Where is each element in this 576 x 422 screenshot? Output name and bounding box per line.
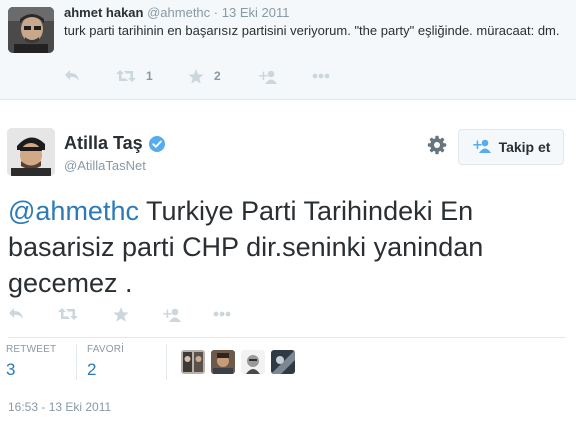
retweet-stat-count: 3 [6,360,16,379]
stat-separator [76,344,77,380]
avatar[interactable] [271,350,295,374]
tweet-stats: RETWEET 3 FAVORİ 2 [0,338,576,386]
parent-tweet[interactable]: ahmet hakan @ahmethc · 13 Eki 2011 turk … [0,0,576,100]
author-name-row: Atilla Taş [64,133,165,154]
follow-user-button[interactable]: + [258,66,278,86]
retweet-stat[interactable]: RETWEET 3 [6,344,56,380]
avatar[interactable] [181,350,205,374]
parent-tweet-text: turk parti tarihinin en başarısız partis… [64,23,560,38]
reply-button[interactable] [8,304,24,324]
avatar[interactable] [241,350,265,374]
author-handle[interactable]: @AtillaTasNet [64,158,146,173]
parent-tweet-date[interactable]: 13 Eki 2011 [222,5,290,20]
tweet-text: @ahmethc Turkiye Parti Tarihindeki En ba… [8,193,568,301]
add-user-icon: + [162,307,182,322]
gear-icon [427,135,447,160]
add-user-icon: + [258,69,278,84]
more-button[interactable] [312,66,330,86]
parent-author-avatar[interactable] [8,7,54,53]
retweet-button[interactable]: 1 [116,66,153,86]
author-name[interactable]: Atilla Taş [64,133,143,154]
mention-link[interactable]: @ahmethc [8,196,139,226]
favorite-button[interactable]: 2 [188,66,221,86]
avatar[interactable] [211,350,235,374]
reply-button[interactable] [64,66,80,86]
verified-badge-icon [148,135,165,152]
favoriters-avatars [181,350,301,374]
parent-author-handle[interactable]: @ahmethc [147,5,210,20]
settings-button[interactable] [424,134,450,160]
follow-user-icon: + [472,138,499,156]
tweet-timestamp[interactable]: 16:53 - 13 Eki 2011 [8,400,111,414]
star-icon [188,68,204,84]
follow-button[interactable]: + Takip et [458,129,564,165]
more-button[interactable] [213,304,231,324]
tweet-actions: + [8,304,348,324]
parent-tweet-header: ahmet hakan @ahmethc · 13 Eki 2011 [64,5,289,20]
retweet-icon [116,69,136,83]
stat-separator [166,344,167,380]
favorite-button[interactable] [113,304,129,324]
reply-icon [8,307,24,321]
favorite-count: 2 [214,69,221,83]
parent-author-name[interactable]: ahmet hakan [64,5,143,20]
parent-tweet-actions: 1 2 + [64,66,364,86]
reply-icon [64,69,80,83]
more-dots-icon [213,311,231,317]
more-dots-icon [312,73,330,79]
author-avatar[interactable] [7,128,55,176]
retweet-icon [58,307,78,321]
retweet-button[interactable] [58,304,78,324]
favorite-stat[interactable]: FAVORİ 2 [87,344,124,380]
favorite-stat-label: FAVORİ [87,344,125,355]
retweet-count: 1 [146,69,153,83]
favorite-stat-count: 2 [87,360,97,379]
retweet-stat-label: RETWEET [6,344,57,355]
star-icon [113,306,129,322]
header-separator: · [213,5,219,20]
follow-user-button[interactable]: + [162,304,182,324]
follow-button-label: Takip et [498,139,551,155]
